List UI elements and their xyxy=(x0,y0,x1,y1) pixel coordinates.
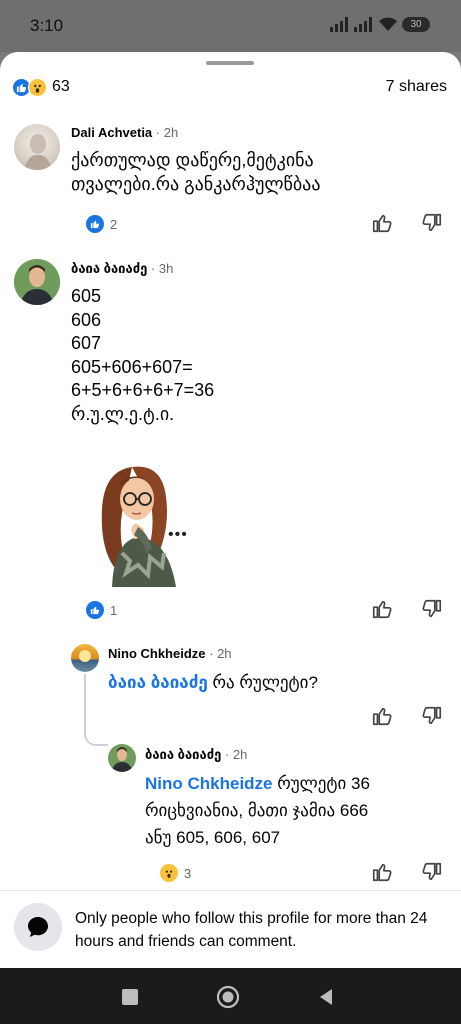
reply-reactions[interactable]: 3 xyxy=(160,864,191,882)
comment-reactions[interactable]: 2 xyxy=(86,215,117,233)
reaction-summary[interactable]: 63 7 shares xyxy=(12,76,447,98)
avatar[interactable] xyxy=(108,744,136,772)
wow-reaction-icon xyxy=(28,77,47,97)
reply-time: 2h xyxy=(232,747,248,762)
comment-restriction-notice: Only people who follow this profile for … xyxy=(0,890,461,968)
reply-line: რულეტი 36 xyxy=(272,774,370,793)
like-reaction-icon xyxy=(86,215,104,233)
mention-link[interactable]: ბაია ბაიაძე xyxy=(108,673,208,692)
shares-count[interactable]: 7 shares xyxy=(386,78,447,96)
typing-dots: ••• xyxy=(168,526,188,543)
reaction-count: 1 xyxy=(110,602,118,618)
mention-link[interactable]: Nino Chkheidze xyxy=(145,774,273,793)
thumbs-down-icon[interactable] xyxy=(421,861,443,883)
wifi-icon xyxy=(379,17,397,31)
reply-text: ბაია ბაიაძე რა რულეტი? xyxy=(108,669,318,696)
comment-author[interactable]: Dali Achvetia xyxy=(71,125,152,140)
reply-meta: ბაია ბაიაძე · 2h xyxy=(145,747,248,762)
thumbs-down-icon[interactable] xyxy=(421,705,443,727)
reaction-count: 3 xyxy=(184,865,192,881)
thumbs-up-icon[interactable] xyxy=(371,705,393,727)
comment-reactions[interactable]: 1 xyxy=(86,601,117,619)
thumbs-up-icon[interactable] xyxy=(371,598,393,620)
comment-text: 605 606 607 605+606+607= 6+5+6+6+6+7=36 … xyxy=(71,285,214,426)
comment-line: 606 xyxy=(71,309,102,330)
comment-meta: Dali Achvetia · 2h xyxy=(71,125,179,140)
reply-author[interactable]: ბაია ბაიაძე xyxy=(145,747,221,762)
back-button[interactable] xyxy=(313,984,339,1010)
thumbs-up-icon[interactable] xyxy=(371,861,393,883)
reply-author[interactable]: Nino Chkheidze xyxy=(108,646,206,661)
thumbs-down-icon[interactable] xyxy=(421,598,443,620)
comment-line: 607 xyxy=(71,333,102,353)
comment-line: 6+5+6+6+6+7=36 xyxy=(71,380,215,400)
recent-apps-button[interactable] xyxy=(117,984,143,1010)
avatar[interactable] xyxy=(14,124,60,170)
comment-line: რ.უ.ლ.ე.ტ.ი. xyxy=(71,403,175,424)
home-circle-icon xyxy=(216,985,240,1009)
avatar[interactable] xyxy=(14,259,60,305)
avatar[interactable] xyxy=(71,644,99,672)
comment-bubble-icon xyxy=(14,903,62,951)
comments-sheet: 63 7 shares Dali Achvetia · 2h ქართულად … xyxy=(0,52,461,968)
reply-line: რიცხვიანია, მათი ჯამია 666 xyxy=(145,801,369,820)
drag-handle[interactable] xyxy=(206,61,254,65)
reaction-count: 63 xyxy=(52,78,70,95)
wow-reaction-icon xyxy=(160,864,178,882)
thumbs-up-icon[interactable] xyxy=(371,212,393,234)
back-triangle-icon xyxy=(320,989,332,1005)
comment-line: ქართულად დაწერე,მეტკინა xyxy=(71,150,314,170)
reply-meta: Nino Chkheidze · 2h xyxy=(108,646,232,661)
thinking-girl-sticker xyxy=(101,466,176,587)
signal-icon xyxy=(330,16,348,32)
comment-line: 605+606+607= xyxy=(71,356,193,377)
thumbs-down-icon[interactable] xyxy=(421,212,443,234)
comment-time: 3h xyxy=(158,261,174,276)
reply-line: რა რულეტი? xyxy=(207,673,318,692)
like-reaction-icon xyxy=(86,601,104,619)
reply-time: 2h xyxy=(217,646,232,661)
comment-author[interactable]: ბაია ბაიაძე xyxy=(71,261,147,276)
status-bar: 3:10 30 xyxy=(0,0,461,52)
system-nav-bar xyxy=(0,968,461,1024)
comment-time: 2h xyxy=(163,125,179,140)
status-time: 3:10 xyxy=(30,16,64,35)
square-icon xyxy=(122,989,138,1005)
comment-line: თვალები.რა განკარჰულწბაა xyxy=(71,173,321,194)
comment-line: 605 xyxy=(71,286,102,306)
home-button[interactable] xyxy=(215,984,241,1010)
comment-text: ქართულად დაწერე,მეტკინა თვალები.რა განკა… xyxy=(71,149,320,196)
reply-text: Nino Chkheidze რულეტი 36 რიცხვიანია, მათ… xyxy=(145,770,370,851)
reaction-count: 2 xyxy=(110,216,118,232)
signal-icon-2 xyxy=(354,16,372,32)
thread-line xyxy=(84,674,108,746)
reply-line: ანუ 605, 606, 607 xyxy=(145,828,281,847)
battery-icon: 30 xyxy=(402,17,430,32)
comment-meta: ბაია ბაიაძე · 3h xyxy=(71,261,174,276)
notice-text: Only people who follow this profile for … xyxy=(75,910,428,950)
